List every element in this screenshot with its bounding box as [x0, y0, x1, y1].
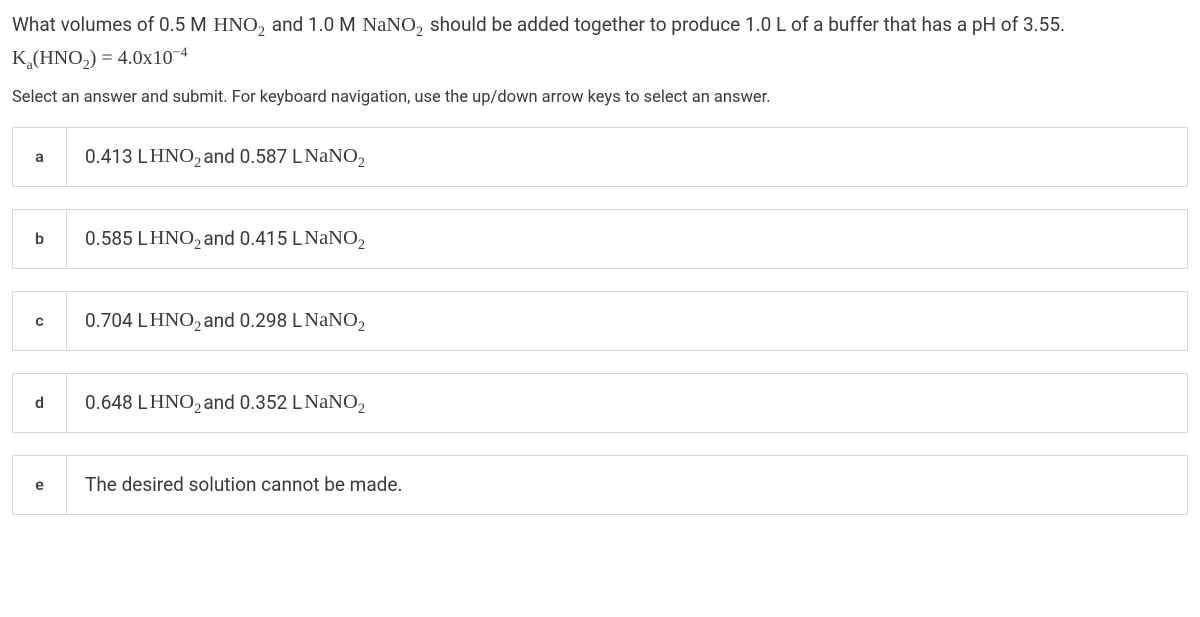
option-letter: c — [13, 292, 67, 350]
options-list: a 0.413 L HNO2 and 0.587 L NaNO2 b 0.585… — [12, 127, 1188, 515]
option-text: 0.585 L HNO2 and 0.415 L NaNO2 — [67, 210, 1187, 268]
option-letter: b — [13, 210, 67, 268]
question-pre: What volumes of 0.5 M — [12, 13, 211, 36]
option-b[interactable]: b 0.585 L HNO2 and 0.415 L NaNO2 — [12, 209, 1188, 269]
option-letter: a — [13, 128, 67, 186]
question-text: What volumes of 0.5 M HNO2 and 1.0 M NaN… — [12, 10, 1188, 41]
option-letter: e — [13, 456, 67, 514]
option-e[interactable]: e The desired solution cannot be made. — [12, 455, 1188, 515]
option-letter: d — [13, 374, 67, 432]
option-text: 0.413 L HNO2 and 0.587 L NaNO2 — [67, 128, 1187, 186]
option-c[interactable]: c 0.704 L HNO2 and 0.298 L NaNO2 — [12, 291, 1188, 351]
option-d[interactable]: d 0.648 L HNO2 and 0.352 L NaNO2 — [12, 373, 1188, 433]
question-post: should be added together to produce 1.0 … — [425, 13, 1065, 36]
instruction-text: Select an answer and submit. For keyboar… — [12, 88, 1188, 107]
chem-hno2: HNO2 — [211, 14, 267, 36]
question-mid: and 1.0 M — [267, 13, 360, 36]
option-a[interactable]: a 0.413 L HNO2 and 0.587 L NaNO2 — [12, 127, 1188, 187]
chem-nano2: NaNO2 — [360, 14, 425, 36]
option-text: The desired solution cannot be made. — [67, 456, 1187, 514]
ka-expression: Ka(HNO2) = 4.0x10−4 — [12, 47, 1188, 70]
option-text: 0.648 L HNO2 and 0.352 L NaNO2 — [67, 374, 1187, 432]
option-text: 0.704 L HNO2 and 0.298 L NaNO2 — [67, 292, 1187, 350]
